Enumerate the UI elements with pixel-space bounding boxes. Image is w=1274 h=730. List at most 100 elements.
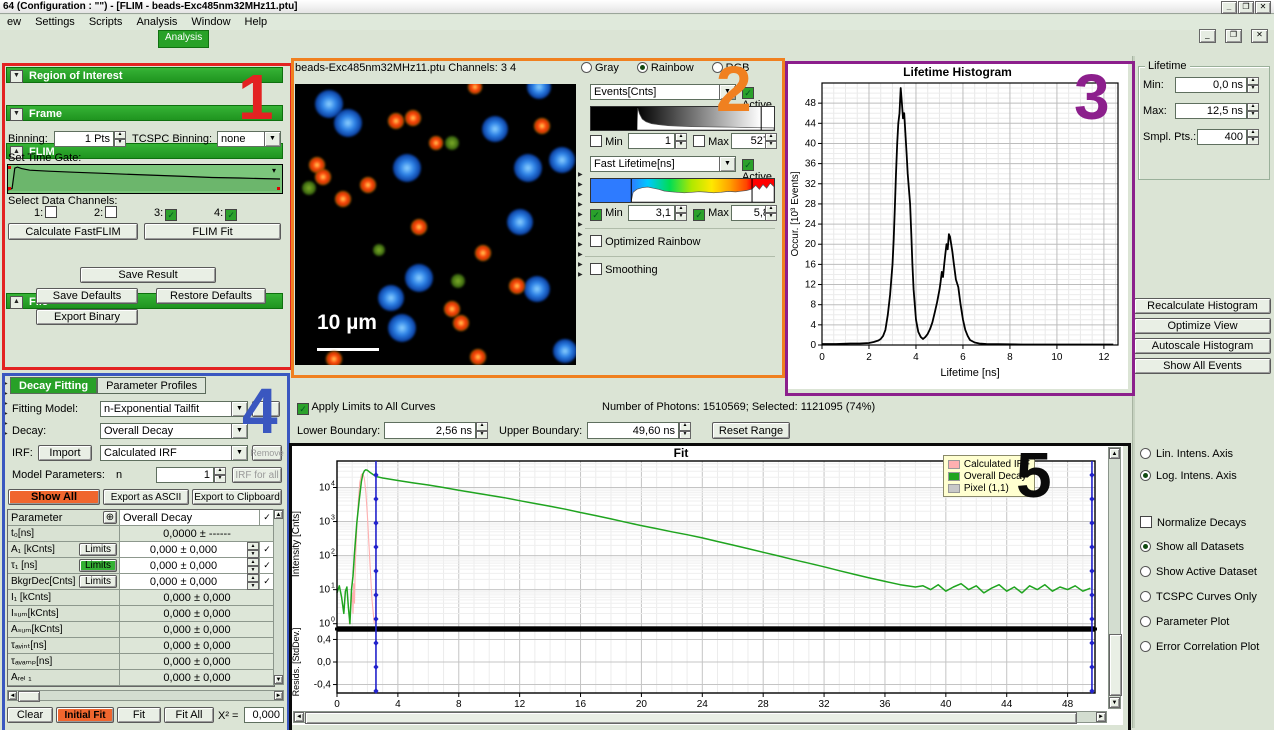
section-region-of-interest[interactable]: ▼Region of Interest — [6, 67, 283, 83]
param-value-cell[interactable]: 0,000 ± 0,000 — [120, 574, 247, 589]
table-hscrollbar[interactable]: ◄ ► — [7, 690, 284, 701]
events-min-input[interactable]: 1 — [628, 133, 675, 149]
show-active-dataset-radio[interactable]: Show Active Dataset — [1140, 566, 1257, 578]
lifetime-max-checkbox[interactable]: ✓ Max — [693, 207, 729, 221]
microscopy-image[interactable]: 10 µm — [295, 84, 576, 365]
smoothing-checkbox[interactable]: Smoothing — [590, 263, 658, 276]
smpl-pts-spinner[interactable]: ▲▼ — [1247, 129, 1259, 145]
show-all-button[interactable]: Show All — [8, 489, 100, 505]
menu-scripts[interactable]: Scripts — [82, 15, 130, 28]
menu-settings[interactable]: Settings — [28, 15, 82, 28]
upper-boundary-input[interactable]: 49,60 ns — [587, 422, 679, 439]
clear-button[interactable]: Clear — [7, 707, 53, 723]
lifetime-min-checkbox[interactable]: ✓ Min — [590, 207, 623, 221]
irf-dropdown[interactable]: Calculated IRF▼ — [100, 445, 248, 461]
hist-min-input[interactable]: 0,0 ns — [1175, 77, 1247, 93]
menu-analysis[interactable]: Analysis — [129, 15, 184, 28]
export-clipboard-button[interactable]: Export to Clipboard — [192, 489, 282, 505]
fit-button[interactable]: Fit — [117, 707, 161, 723]
hist-max-spinner[interactable]: ▲▼ — [1247, 103, 1259, 119]
events-max-checkbox[interactable]: Max — [693, 135, 729, 148]
param-check-icon[interactable]: ✓ — [259, 574, 274, 589]
fitting-model-extra-button[interactable] — [252, 401, 280, 417]
irf-import-button[interactable]: Import — [38, 445, 92, 461]
mdi-close-button[interactable]: ✕ — [1251, 29, 1268, 43]
optimize-view-button[interactable]: Optimize View — [1134, 318, 1271, 334]
lifetime-lut-bar[interactable] — [590, 178, 775, 203]
reset-range-button[interactable]: Reset Range — [712, 422, 790, 439]
log-intens-axis-radio[interactable]: Log. Intens. Axis — [1140, 470, 1237, 482]
irf-for-all-button[interactable]: IRF for all — [232, 467, 282, 483]
lifetime-selector-dropdown[interactable]: Fast Lifetime[ns]▼ — [590, 156, 736, 172]
fit-vscrollbar[interactable]: ▲ ▼ — [1108, 447, 1121, 709]
menu-help[interactable]: Help — [238, 15, 275, 28]
decay-dropdown[interactable]: Overall Decay▼ — [100, 423, 248, 439]
fit-all-button[interactable]: Fit All — [164, 707, 214, 723]
irf-remove-button[interactable]: Remove — [252, 445, 282, 461]
binning-input[interactable]: 1 Pts — [54, 131, 114, 147]
channel-2-checkbox[interactable]: 2: — [94, 206, 154, 219]
fit-hscrollbar[interactable]: ◄ ► — [293, 711, 1107, 723]
mdi-minimize-button[interactable]: _ — [1199, 29, 1216, 43]
tab-decay-fitting[interactable]: Decay Fitting — [10, 377, 97, 394]
collapse-icon[interactable]: ▼ — [10, 70, 23, 83]
events-min-spinner[interactable]: ▲▼ — [675, 133, 687, 149]
apply-limits-checkbox[interactable]: ✓ Apply Limits to All Curves — [297, 401, 436, 415]
n-input[interactable]: 1 — [156, 467, 214, 483]
recalculate-histogram-button[interactable]: Recalculate Histogram — [1134, 298, 1271, 314]
globe-icon[interactable]: ⊕ — [103, 511, 117, 524]
lifetime-histogram-chart[interactable]: 02468101204812162024283236404448Lifetime… — [788, 79, 1126, 387]
menu-ew[interactable]: ew — [0, 15, 28, 28]
lifetime-min-input[interactable]: 3,1 — [628, 205, 675, 221]
collapse-icon[interactable]: ▼ — [10, 108, 23, 121]
show-all-events-button[interactable]: Show All Events — [1134, 358, 1271, 374]
color-mode-rgb[interactable]: RGB — [712, 62, 750, 74]
hist-max-input[interactable]: 12,5 ns — [1175, 103, 1247, 119]
tcspc-curves-only-radio[interactable]: TCSPC Curves Only — [1140, 591, 1257, 603]
time-gate-plot[interactable]: ▾ — [7, 164, 283, 194]
color-mode-gray[interactable]: Gray — [581, 62, 619, 74]
restore-defaults-button[interactable]: Restore Defaults — [156, 288, 266, 304]
show-all-datasets-radio[interactable]: Show all Datasets — [1140, 541, 1244, 553]
lifetime-max-spinner[interactable]: ▲▼ — [765, 205, 777, 221]
color-mode-rainbow[interactable]: Rainbow — [637, 62, 694, 74]
param-spinner[interactable]: ▲▼ — [247, 558, 259, 573]
hist-min-spinner[interactable]: ▲▼ — [1247, 77, 1259, 93]
image-splitter[interactable]: ▶▶▶▶▶▶▶▶▶▶▶ — [578, 170, 587, 280]
param-spinner[interactable]: ▲▼ — [247, 542, 259, 557]
close-button[interactable]: ✕ — [1255, 1, 1271, 14]
limits-button[interactable]: Limits — [79, 559, 117, 572]
optimized-rainbow-checkbox[interactable]: Optimized Rainbow — [590, 235, 700, 248]
channel-4-checkbox[interactable]: 4:✓ — [214, 207, 274, 221]
tab-parameter-profiles[interactable]: Parameter Profiles — [97, 377, 206, 394]
lower-boundary-spinner[interactable]: ▲▼ — [476, 422, 488, 439]
maximize-button[interactable]: ❐ — [1238, 1, 1254, 14]
table-vscrollbar[interactable]: ▲ ▼ — [273, 509, 284, 685]
limits-button[interactable]: Limits — [79, 543, 117, 556]
normalize-decays-checkbox[interactable]: Normalize Decays — [1140, 516, 1246, 529]
upper-boundary-spinner[interactable]: ▲▼ — [679, 422, 691, 439]
export-binary-button[interactable]: Export Binary — [36, 309, 138, 325]
param-check-icon[interactable]: ✓ — [259, 558, 274, 573]
channel-3-checkbox[interactable]: 3:✓ — [154, 207, 214, 221]
mdi-restore-button[interactable]: ❐ — [1225, 29, 1242, 43]
save-defaults-button[interactable]: Save Defaults — [36, 288, 138, 304]
n-spinner[interactable]: ▲▼ — [214, 467, 226, 483]
save-result-button[interactable]: Save Result — [80, 267, 216, 283]
lower-boundary-input[interactable]: 2,56 ns — [384, 422, 476, 439]
menu-window[interactable]: Window — [184, 15, 237, 28]
calculate-fastflim-button[interactable]: Calculate FastFLIM — [8, 223, 138, 240]
autoscale-histogram-button[interactable]: Autoscale Histogram — [1134, 338, 1271, 354]
tcspc-binning-dropdown[interactable]: none▼ — [217, 131, 281, 147]
analysis-tab[interactable]: Analysis — [158, 30, 209, 48]
events-selector-dropdown[interactable]: Events[Cnts]▼ — [590, 84, 736, 100]
parameter-plot-radio[interactable]: Parameter Plot — [1140, 616, 1229, 628]
param-check-icon[interactable]: ✓ — [259, 542, 274, 557]
channel-1-checkbox[interactable]: 1: — [34, 206, 94, 219]
initial-fit-button[interactable]: Initial Fit — [56, 707, 114, 723]
minimize-button[interactable]: _ — [1221, 1, 1237, 14]
section-frame[interactable]: ▼Frame — [6, 105, 283, 121]
lifetime-min-spinner[interactable]: ▲▼ — [675, 205, 687, 221]
lin-intens-axis-radio[interactable]: Lin. Intens. Axis — [1140, 448, 1233, 460]
flim-fit-button[interactable]: FLIM Fit — [144, 223, 281, 240]
